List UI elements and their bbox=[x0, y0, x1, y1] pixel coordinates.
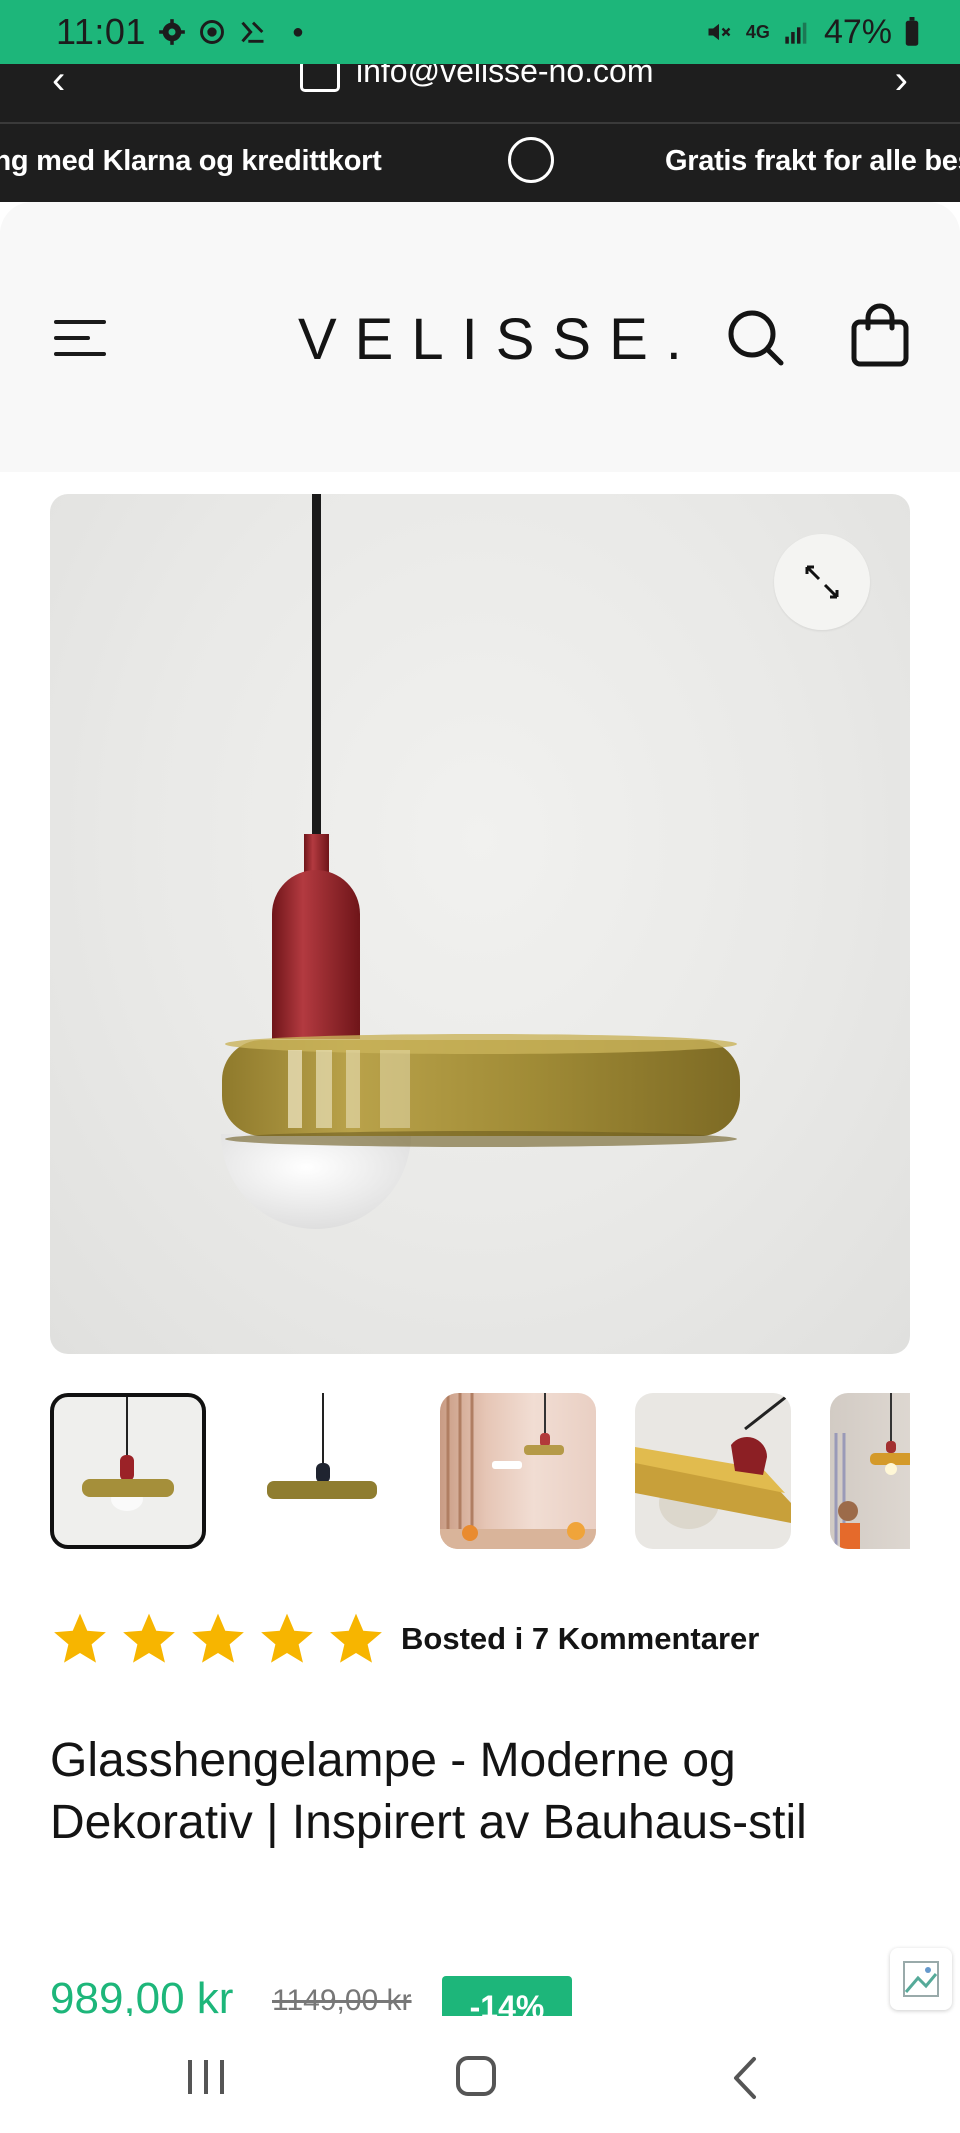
site-header: VELISSE. bbox=[0, 202, 960, 472]
star-icon bbox=[261, 1613, 313, 1663]
marquee-item: ling med Klarna og kredittkort bbox=[0, 145, 382, 177]
home-icon[interactable] bbox=[456, 2056, 496, 2096]
battery-icon bbox=[905, 17, 919, 46]
discount-badge: -14% bbox=[442, 1976, 572, 2016]
star-icon bbox=[192, 1613, 244, 1663]
star-icon bbox=[330, 1613, 382, 1663]
status-time: 11:01 bbox=[56, 11, 146, 52]
mute-icon bbox=[708, 23, 731, 41]
floating-widget-image[interactable] bbox=[890, 1948, 952, 2010]
search-icon[interactable] bbox=[725, 307, 785, 367]
price-row: 989,00 kr 1149,00 kr -14% bbox=[50, 1976, 910, 2016]
thumbnail-5[interactable] bbox=[830, 1393, 910, 1549]
logo[interactable]: VELISSE. bbox=[298, 306, 700, 373]
product-main-image[interactable] bbox=[50, 494, 910, 1354]
review-count[interactable]: Bosted i 7 Kommentarer bbox=[401, 1621, 759, 1657]
menu-icon[interactable] bbox=[54, 318, 106, 358]
announcement-marquee: ling med Klarna og kredittkort Gratis fr… bbox=[0, 124, 960, 202]
vpn-icon bbox=[199, 20, 224, 44]
settings-icon bbox=[159, 19, 185, 45]
marquee-item: Gratis frakt for alle bes bbox=[665, 145, 960, 177]
thumbnail-image bbox=[82, 1397, 174, 1511]
battery-percentage: 47% bbox=[823, 12, 892, 51]
contact-bar: ‹ info@velisse-no.com › bbox=[0, 64, 960, 122]
star-icon bbox=[123, 1613, 175, 1663]
broken-image-icon bbox=[903, 1961, 939, 1997]
recent-apps-icon[interactable] bbox=[186, 2060, 226, 2094]
notification-icon bbox=[241, 21, 264, 43]
thumbnail-2[interactable] bbox=[245, 1393, 401, 1549]
thumbnail-3[interactable] bbox=[440, 1393, 596, 1549]
contact-email-text: info@velisse-no.com bbox=[356, 64, 654, 89]
thumbnail-image bbox=[440, 1393, 596, 1549]
contact-prev-chevron-icon[interactable]: ‹ bbox=[52, 64, 65, 103]
status-bar: 11:01 ● 4G 47% bbox=[0, 0, 960, 64]
thumbnail-image bbox=[267, 1393, 377, 1499]
cart-bag-icon[interactable] bbox=[849, 302, 911, 368]
thumbnail-1[interactable] bbox=[50, 1393, 206, 1549]
thumbnail-carousel[interactable] bbox=[50, 1393, 910, 1549]
network-type: 4G bbox=[745, 21, 770, 42]
contact-email[interactable]: info@velisse-no.com bbox=[300, 64, 653, 92]
thumbnail-image bbox=[635, 1393, 791, 1529]
sale-price: 989,00 kr bbox=[50, 1976, 234, 2016]
thumbnail-4[interactable] bbox=[635, 1393, 791, 1549]
expand-image-button[interactable] bbox=[774, 534, 870, 630]
marquee-separator-icon bbox=[508, 137, 554, 183]
system-navigation-bar bbox=[0, 2016, 960, 2133]
contact-next-chevron-icon[interactable]: › bbox=[895, 64, 908, 103]
product-rating[interactable]: Bosted i 7 Kommentarer bbox=[50, 1610, 759, 1668]
mail-icon bbox=[300, 64, 340, 92]
original-price: 1149,00 kr bbox=[272, 1984, 412, 2016]
status-dot: ● bbox=[291, 20, 305, 43]
thumbnail-image bbox=[834, 1393, 910, 1549]
product-title: Glasshengelampe - Moderne og Dekorativ |… bbox=[50, 1734, 807, 1849]
star-icon bbox=[54, 1613, 106, 1663]
signal-icon bbox=[785, 22, 807, 44]
expand-icon bbox=[805, 565, 839, 599]
back-icon[interactable] bbox=[730, 2056, 760, 2100]
